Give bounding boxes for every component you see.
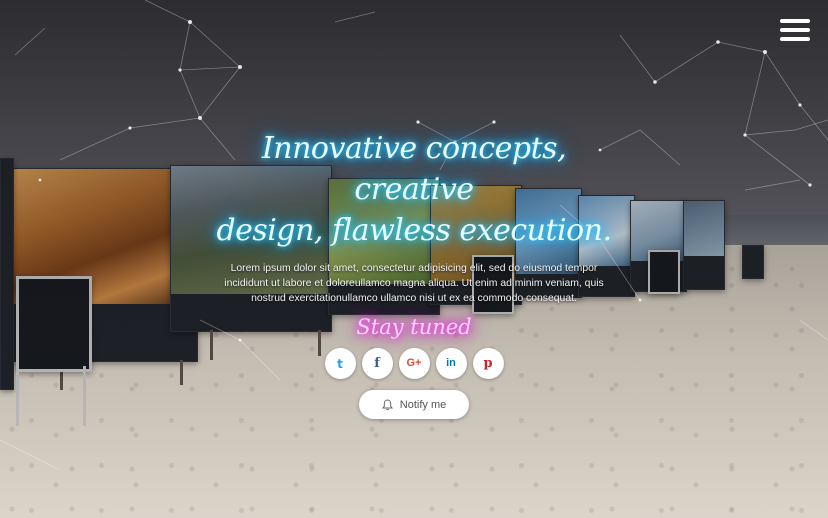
linkedin-button[interactable]: in (435, 348, 467, 379)
headline-line-2: design, flawless execution. (216, 213, 612, 248)
pinterest-icon: p (483, 356, 493, 371)
google-plus-icon: G+ (406, 357, 422, 369)
google-plus-button[interactable]: G+ (398, 348, 430, 379)
hero-section: Innovative concepts, creative design, fl… (200, 128, 628, 419)
twitter-icon: t (337, 356, 343, 371)
hamburger-menu-button[interactable] (780, 19, 810, 43)
pinterest-button[interactable]: p (472, 348, 504, 379)
linkedin-icon: in (446, 357, 456, 369)
facebook-icon: f (374, 356, 380, 371)
menu-bar (780, 28, 810, 32)
facebook-button[interactable]: f (361, 348, 393, 379)
menu-bar (780, 19, 810, 23)
notify-me-label: Notify me (399, 398, 447, 411)
social-links: t f G+ in p (200, 348, 628, 379)
bell-icon (381, 398, 393, 410)
headline: Innovative concepts, creative design, fl… (200, 128, 628, 251)
stay-tuned-heading: Stay tuned (356, 315, 472, 339)
notify-me-button[interactable]: Notify me (359, 390, 469, 419)
hero-description: Lorem ipsum dolor sit amet, consectetur … (224, 263, 604, 304)
menu-bar (780, 37, 810, 41)
twitter-button[interactable]: t (324, 348, 356, 379)
headline-line-1: Innovative concepts, creative (261, 131, 567, 207)
